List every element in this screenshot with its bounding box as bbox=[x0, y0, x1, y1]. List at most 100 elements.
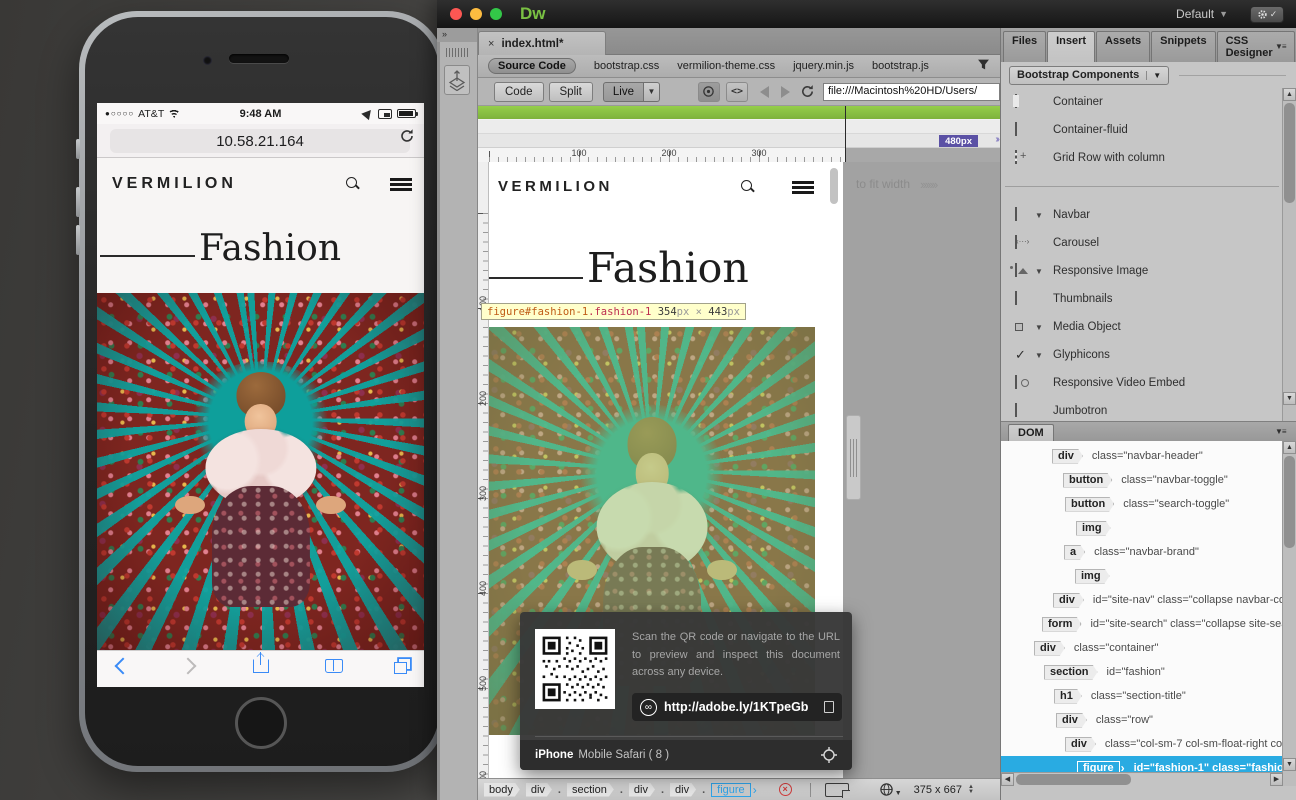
scroll-up-icon[interactable]: ▲ bbox=[1283, 441, 1296, 454]
expand-panels-icon[interactable]: » bbox=[437, 28, 477, 42]
refresh-icon[interactable] bbox=[800, 84, 815, 99]
filter-icon[interactable] bbox=[977, 58, 990, 74]
panel-menu-icon[interactable]: ▼≡ bbox=[1275, 427, 1291, 438]
dom-tag[interactable]: button bbox=[1065, 497, 1114, 512]
media-query-bar[interactable] bbox=[478, 106, 1000, 120]
dom-row[interactable]: divclass="navbar-header" bbox=[1001, 444, 1283, 468]
dom-row[interactable]: buttonclass="search-toggle" bbox=[1001, 492, 1283, 516]
live-view-button[interactable]: Live ▼ bbox=[603, 82, 660, 102]
insert-item-container-fluid[interactable]: Container-fluid bbox=[1001, 116, 1283, 144]
scroll-left-icon[interactable]: ◀ bbox=[1001, 773, 1014, 786]
dom-row[interactable]: divclass="row" bbox=[1001, 708, 1283, 732]
extract-panel-icon[interactable] bbox=[444, 65, 470, 95]
panel-tab-snippets[interactable]: Snippets bbox=[1151, 31, 1215, 62]
device-preview-icon[interactable]: ▼ bbox=[879, 782, 902, 797]
dom-row[interactable]: divclass="col-sm-7 col-sm-float-right co… bbox=[1001, 732, 1283, 756]
zoom-window-button[interactable] bbox=[490, 8, 502, 20]
insert-item-navbar[interactable]: ▼Navbar bbox=[1001, 201, 1283, 229]
scroll-down-icon[interactable]: ▼ bbox=[1283, 758, 1296, 771]
split-view-button[interactable]: Split bbox=[549, 82, 593, 102]
dom-row[interactable]: h1class="section-title" bbox=[1001, 684, 1283, 708]
panel-tab-insert[interactable]: Insert bbox=[1047, 31, 1095, 62]
related-file[interactable]: Source Code bbox=[488, 58, 576, 74]
tag-selector-div[interactable]: div bbox=[629, 783, 655, 797]
dom-row[interactable]: divid="site-nav" class="collapse navbar-… bbox=[1001, 588, 1283, 612]
scroll-up-icon[interactable]: ▲ bbox=[1283, 88, 1296, 101]
insert-item-thumbnails[interactable]: Thumbnails bbox=[1001, 285, 1283, 313]
insert-category-dropdown[interactable]: Bootstrap Components ▼ bbox=[1009, 66, 1169, 85]
dom-tag[interactable]: img bbox=[1075, 569, 1110, 584]
chevron-down-icon[interactable]: ▼ bbox=[644, 82, 660, 102]
section-heading[interactable]: Fashion bbox=[587, 244, 749, 292]
dom-tag[interactable]: img bbox=[1076, 521, 1111, 536]
viewport-resize-handle[interactable] bbox=[846, 415, 861, 500]
gear-check-button[interactable]: ✓ bbox=[1250, 6, 1284, 23]
copy-icon[interactable] bbox=[824, 701, 834, 713]
viewport-size-select[interactable]: 375 x 667 ▲▼ bbox=[914, 784, 974, 796]
insert-item-responsive-image[interactable]: ▼Responsive Image bbox=[1001, 257, 1283, 285]
scrollbar-thumb[interactable] bbox=[1016, 774, 1131, 785]
dom-tag[interactable]: h1 bbox=[1054, 689, 1082, 704]
panel-tab-assets[interactable]: Assets bbox=[1096, 31, 1150, 62]
close-window-button[interactable] bbox=[450, 8, 462, 20]
dom-tag[interactable]: div bbox=[1065, 737, 1096, 752]
code-view-button[interactable]: Code bbox=[494, 82, 544, 102]
related-file[interactable]: jquery.min.js bbox=[793, 60, 854, 72]
back-icon[interactable] bbox=[760, 86, 769, 98]
dom-tag[interactable]: div bbox=[1034, 641, 1065, 656]
insert-scrollbar[interactable]: ▲ ▼ bbox=[1282, 88, 1296, 421]
preview-url-pill[interactable]: ∞ http://adobe.ly/1KTpeGb bbox=[632, 693, 842, 721]
related-file[interactable]: bootstrap.css bbox=[594, 60, 659, 72]
dom-tag[interactable]: form bbox=[1042, 617, 1081, 632]
code-navigator-button[interactable]: <> bbox=[726, 82, 748, 102]
address-input[interactable]: file:///Macintosh%20HD/Users/ bbox=[823, 83, 1000, 101]
site-logo[interactable]: VERMILION bbox=[498, 178, 613, 195]
dom-tag[interactable]: div bbox=[1053, 593, 1084, 608]
dom-row[interactable]: buttonclass="navbar-toggle" bbox=[1001, 468, 1283, 492]
dom-row[interactable]: divclass="container" bbox=[1001, 636, 1283, 660]
inspect-mode-button[interactable] bbox=[698, 82, 720, 102]
insert-item-glyphicons[interactable]: ✓▼Glyphicons bbox=[1001, 341, 1283, 369]
error-icon[interactable]: × bbox=[779, 783, 792, 796]
hamburger-icon[interactable] bbox=[792, 181, 814, 194]
related-file[interactable]: vermilion-theme.css bbox=[677, 60, 775, 72]
panel-menu-icon[interactable]: ▼≡ bbox=[1275, 42, 1291, 53]
viewport-size-badge[interactable]: 480px bbox=[939, 135, 978, 147]
preview-url[interactable]: http://adobe.ly/1KTpeGb bbox=[664, 700, 817, 714]
locate-device-icon[interactable] bbox=[821, 747, 837, 763]
dom-panel-tab[interactable]: DOM bbox=[1008, 424, 1054, 441]
workspace-switcher[interactable]: Default ▼ bbox=[1176, 7, 1228, 21]
scrollbar-thumb[interactable] bbox=[1284, 103, 1295, 203]
forward-icon[interactable] bbox=[781, 86, 790, 98]
insert-item-carousel[interactable]: Carousel bbox=[1001, 229, 1283, 257]
dom-tag[interactable]: div bbox=[1052, 449, 1083, 464]
tab-close-icon[interactable]: × bbox=[488, 38, 494, 50]
insert-item-grid-row-with-column[interactable]: Grid Row with column bbox=[1001, 144, 1283, 172]
scroll-down-icon[interactable]: ▼ bbox=[1283, 392, 1296, 405]
dom-tag[interactable]: button bbox=[1063, 473, 1112, 488]
related-file[interactable]: bootstrap.js bbox=[872, 60, 929, 72]
dom-row[interactable]: img bbox=[1001, 564, 1283, 588]
search-icon[interactable] bbox=[740, 179, 756, 195]
page-scrollbar[interactable] bbox=[830, 168, 838, 204]
insert-item-responsive-video-embed[interactable]: Responsive Video Embed bbox=[1001, 369, 1283, 397]
insert-item-jumbotron[interactable]: Jumbotron bbox=[1001, 397, 1283, 421]
dom-tag[interactable]: section bbox=[1044, 665, 1098, 680]
tag-selector-body[interactable]: body bbox=[484, 783, 520, 797]
dom-tag[interactable]: div bbox=[1056, 713, 1087, 728]
monitor-icon[interactable] bbox=[825, 783, 849, 797]
tag-selector-div[interactable]: div bbox=[670, 783, 696, 797]
insert-item-container[interactable]: Container bbox=[1001, 88, 1283, 116]
dom-row[interactable]: formid="site-search" class="collapse sit… bbox=[1001, 612, 1283, 636]
panel-tab-files[interactable]: Files bbox=[1003, 31, 1046, 62]
scrollbar-thumb[interactable] bbox=[1284, 456, 1295, 548]
minimize-window-button[interactable] bbox=[470, 8, 482, 20]
dom-row[interactable]: img bbox=[1001, 516, 1283, 540]
tag-selector-section[interactable]: section bbox=[567, 783, 614, 797]
tag-selector-div[interactable]: div bbox=[526, 783, 552, 797]
dom-tag[interactable]: a bbox=[1064, 545, 1085, 560]
document-tab[interactable]: × index.html* bbox=[478, 31, 606, 55]
scroll-right-icon[interactable]: ▶ bbox=[1270, 773, 1283, 786]
tag-selector-figure[interactable]: figure bbox=[711, 783, 751, 797]
dom-horizontal-scrollbar[interactable]: ◀ ▶ bbox=[1001, 772, 1283, 786]
